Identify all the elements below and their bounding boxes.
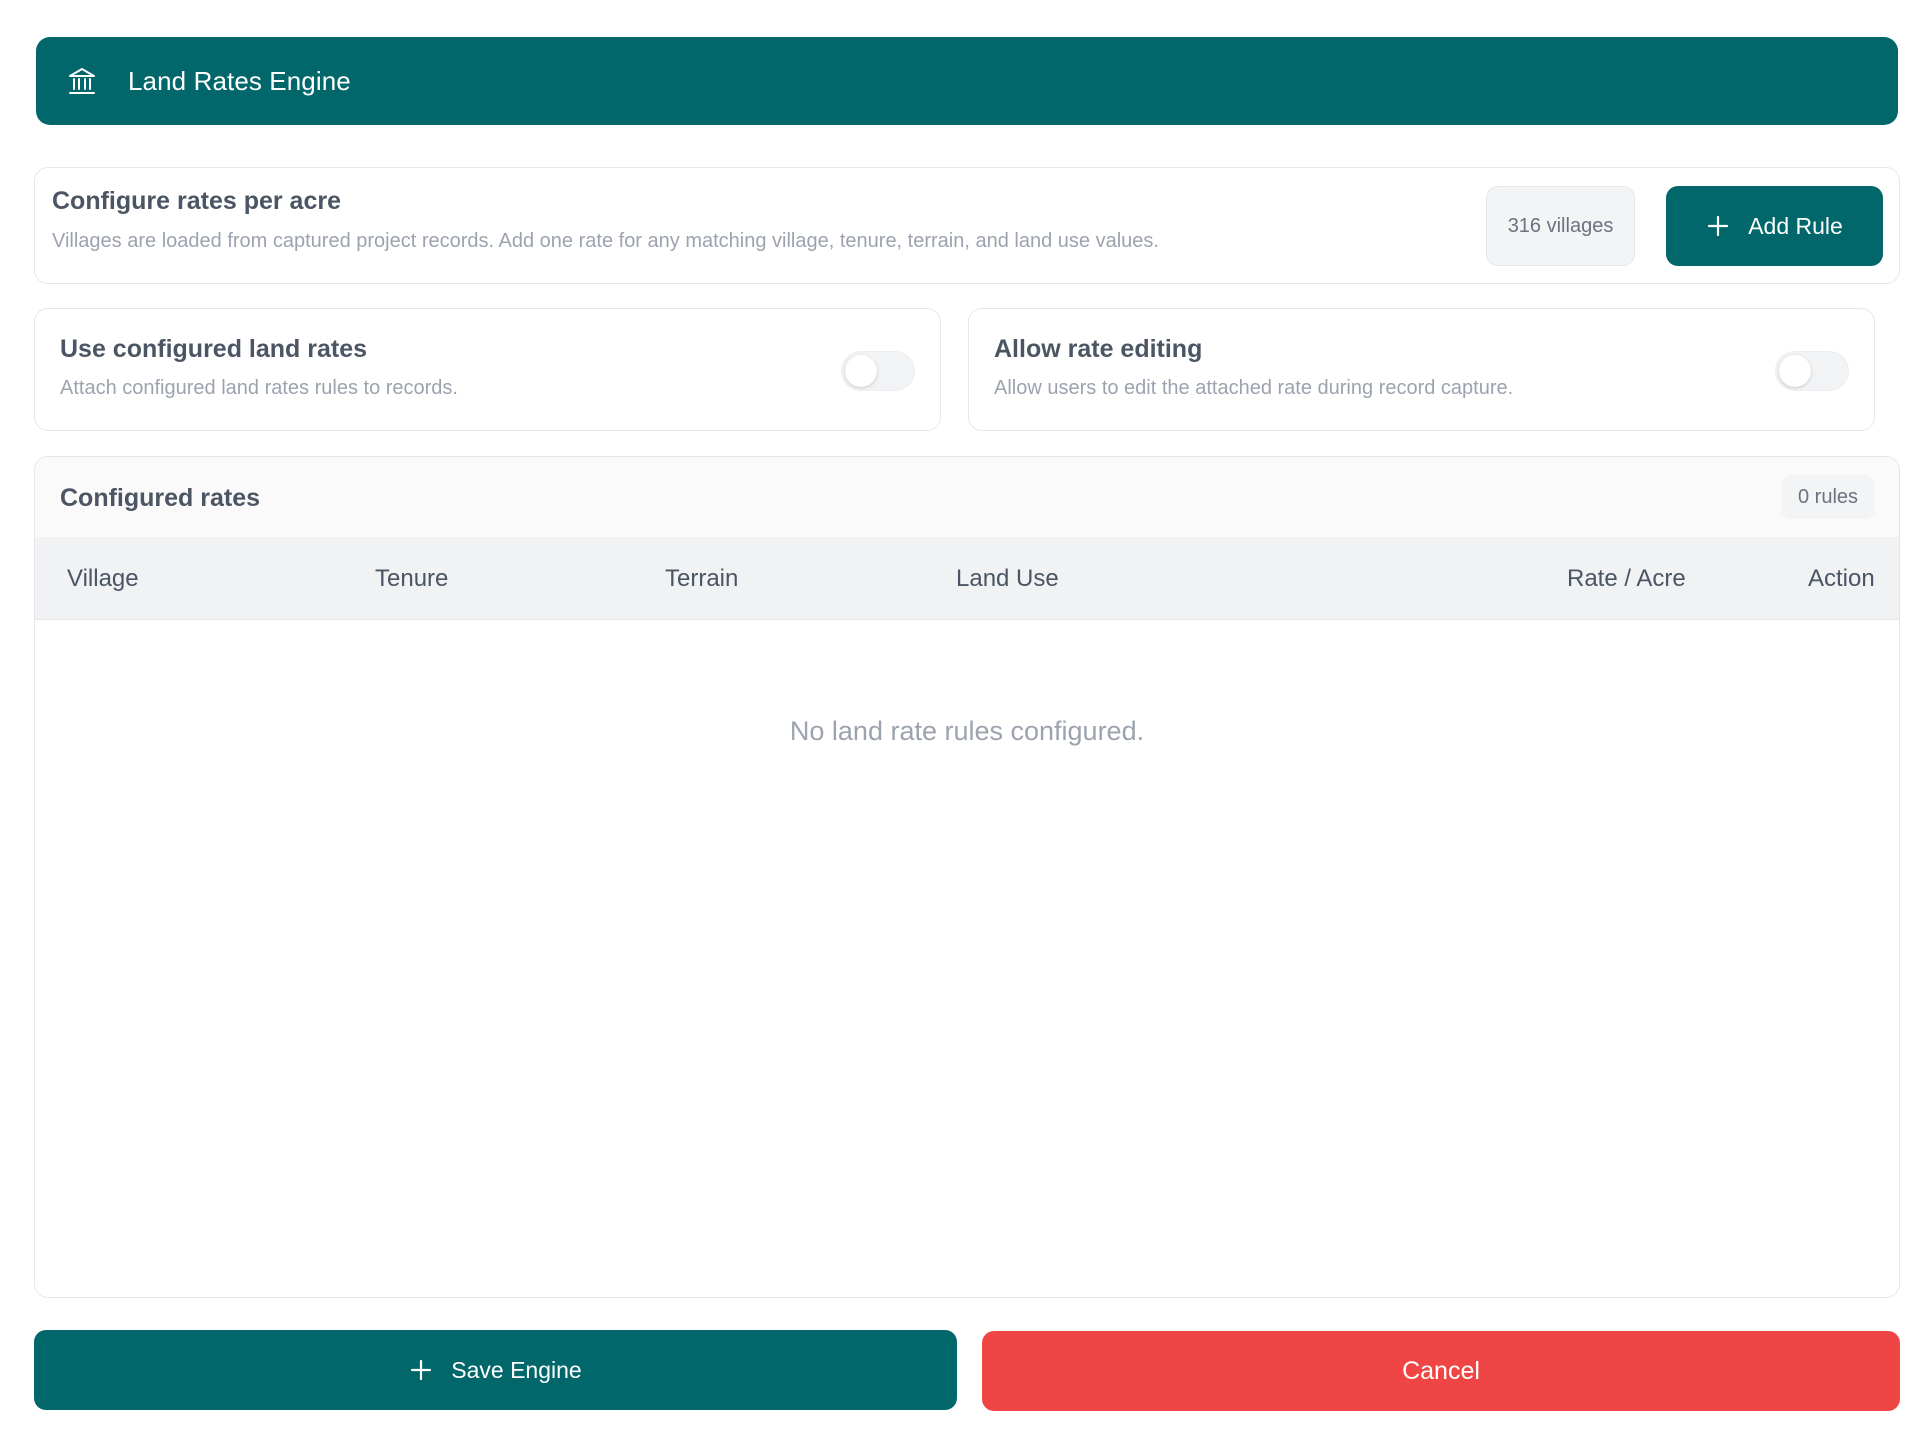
configure-rates-card: Configure rates per acre Villages are lo… bbox=[34, 167, 1900, 284]
configure-rates-description: Villages are loaded from captured projec… bbox=[52, 230, 1159, 252]
plus-icon bbox=[409, 1358, 433, 1382]
allow-rate-editing-heading: Allow rate editing bbox=[994, 335, 1203, 363]
configured-rates-title: Configured rates bbox=[60, 484, 261, 512]
rates-table-header: Village Tenure Terrain Land Use Rate / A… bbox=[35, 537, 1899, 620]
cancel-label: Cancel bbox=[1402, 1356, 1480, 1385]
cancel-button[interactable]: Cancel bbox=[982, 1331, 1900, 1411]
use-land-rates-heading: Use configured land rates bbox=[60, 335, 368, 363]
save-engine-button[interactable]: Save Engine bbox=[34, 1330, 957, 1410]
plus-icon bbox=[1706, 214, 1730, 238]
configured-rates-panel: Configured rates 0 rules Village Tenure … bbox=[34, 456, 1900, 1298]
page-title: Land Rates Engine bbox=[128, 65, 351, 96]
add-rule-button[interactable]: Add Rule bbox=[1666, 186, 1883, 266]
save-engine-label: Save Engine bbox=[451, 1356, 582, 1383]
column-header-action: Action bbox=[1808, 565, 1875, 592]
allow-rate-editing-description: Allow users to edit the attached rate du… bbox=[994, 377, 1514, 399]
column-header-terrain: Terrain bbox=[665, 565, 739, 592]
add-rule-label: Add Rule bbox=[1748, 212, 1843, 239]
allow-rate-editing-toggle[interactable] bbox=[1775, 351, 1849, 391]
rules-count-badge: 0 rules bbox=[1781, 475, 1875, 519]
column-header-tenure: Tenure bbox=[375, 565, 449, 592]
column-header-village: Village bbox=[67, 565, 139, 592]
use-land-rates-card: Use configured land rates Attach configu… bbox=[34, 308, 941, 431]
column-header-land-use: Land Use bbox=[956, 565, 1059, 592]
toggle-knob bbox=[1779, 355, 1811, 387]
use-land-rates-description: Attach configured land rates rules to re… bbox=[60, 377, 458, 399]
villages-count-badge: 316 villages bbox=[1486, 186, 1635, 266]
use-land-rates-toggle[interactable] bbox=[841, 351, 915, 391]
column-header-rate-per-acre: Rate / Acre bbox=[1567, 565, 1686, 592]
configure-rates-heading: Configure rates per acre bbox=[52, 187, 341, 215]
empty-state-message: No land rate rules configured. bbox=[789, 716, 1145, 746]
allow-rate-editing-card: Allow rate editing Allow users to edit t… bbox=[968, 308, 1875, 431]
bank-icon bbox=[66, 65, 98, 97]
app-header: Land Rates Engine bbox=[36, 37, 1898, 125]
configured-rates-header: Configured rates 0 rules bbox=[35, 457, 1899, 537]
toggle-knob bbox=[845, 355, 877, 387]
